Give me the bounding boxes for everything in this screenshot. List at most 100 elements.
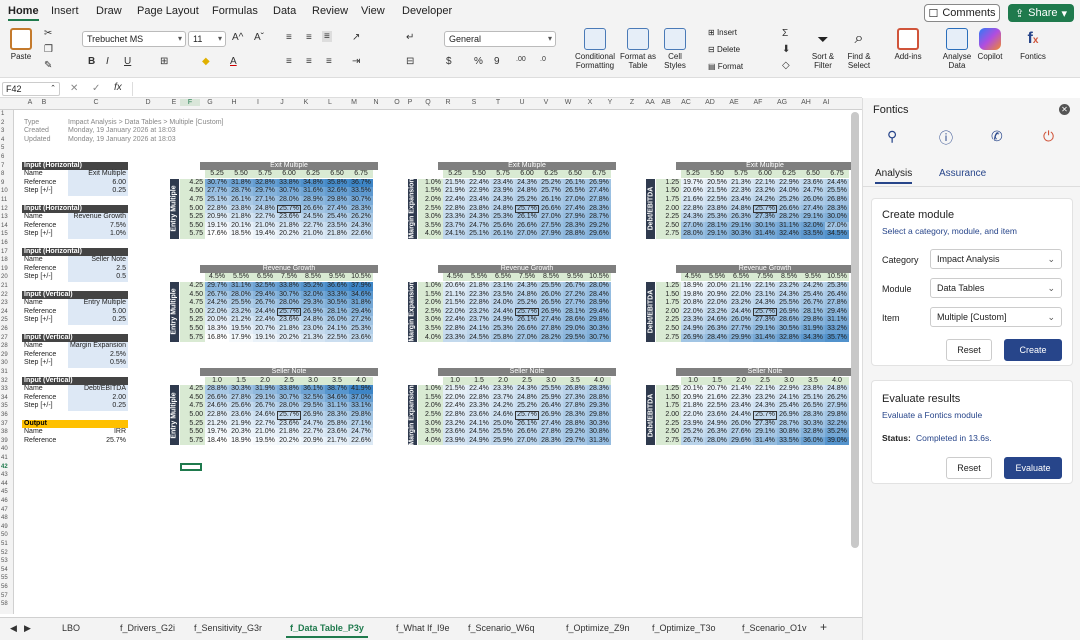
column-header-c[interactable]: C (70, 99, 122, 106)
row-header[interactable]: 12 (0, 205, 14, 214)
table-cell[interactable]: 20.2% (277, 436, 301, 446)
table-cell[interactable]: 22.8% (205, 411, 229, 420)
table-cell[interactable]: 24.8% (515, 187, 539, 196)
column-header-u[interactable]: U (510, 99, 534, 106)
table-cell[interactable]: 25.7% (539, 187, 563, 196)
formula-input[interactable] (132, 82, 858, 96)
table-cell[interactable]: 23.6% (801, 178, 825, 188)
table-cell[interactable]: 33.8% (277, 385, 301, 394)
table-cell[interactable]: 22.4% (467, 178, 491, 188)
row-header[interactable]: 11 (0, 196, 14, 205)
table-cell[interactable]: 30.1% (753, 221, 777, 231)
table-cell[interactable]: 30.5% (777, 325, 801, 334)
table-cell[interactable]: 26.1% (515, 419, 539, 429)
row-header[interactable]: 19 (0, 265, 14, 274)
table-cell[interactable]: 26.0% (325, 316, 349, 325)
table-cell[interactable]: 26.9% (301, 307, 325, 317)
table-cell[interactable]: 26.4% (825, 290, 849, 300)
table-cell[interactable]: 24.3% (515, 385, 539, 394)
table-cell[interactable]: 17.9% (229, 333, 253, 343)
table-cell[interactable]: 31.4% (753, 230, 777, 239)
tab-developer[interactable]: Developer (402, 5, 452, 17)
table-cell[interactable]: 22.5% (705, 402, 729, 411)
table-cell[interactable]: 22.0% (729, 290, 753, 300)
tab-page-layout[interactable]: Page Layout (137, 5, 199, 17)
table-cell[interactable]: 23.4% (491, 178, 515, 188)
input-row-value[interactable]: Debt/EBITDA (68, 385, 128, 394)
table-cell[interactable]: 28.0% (277, 299, 301, 308)
table-cell[interactable]: 21.3% (301, 333, 325, 343)
table-cell[interactable]: 22.1% (753, 282, 777, 291)
table-cell[interactable]: 27.7% (205, 187, 229, 196)
table-cell[interactable]: 28.1% (705, 221, 729, 231)
table-cell[interactable]: 29.0% (563, 325, 587, 334)
column-header-ad[interactable]: AD (698, 99, 722, 106)
column-header-y[interactable]: Y (599, 99, 621, 106)
table-cell[interactable]: 24.3% (753, 299, 777, 308)
table-cell[interactable]: 33.1% (349, 402, 373, 411)
table-cell[interactable]: 24.6% (491, 411, 515, 420)
table-cell[interactable]: 24.6% (253, 411, 277, 420)
font-size-select[interactable]: 11 ▾ (188, 31, 226, 47)
table-cell[interactable]: 21.8% (229, 213, 253, 222)
sheet-nav-next-icon[interactable]: ▶ (24, 623, 31, 634)
row-header[interactable]: 9 (0, 179, 14, 188)
table-cell[interactable]: 25.2% (539, 178, 563, 188)
cell-styles-button[interactable]: Cell Styles (660, 28, 690, 70)
table-cell[interactable]: 30.0% (825, 213, 849, 222)
row-header[interactable]: 28 (0, 342, 14, 351)
table-cell[interactable]: 20.1% (229, 221, 253, 231)
table-cell[interactable]: 27.8% (539, 428, 563, 437)
table-cell[interactable]: 24.3% (753, 402, 777, 411)
table-cell[interactable]: 23.1% (753, 290, 777, 300)
column-header-k[interactable]: K (294, 99, 318, 106)
fill-color-icon[interactable]: ◆ (202, 56, 210, 67)
table-cell[interactable]: 18.9% (681, 282, 705, 291)
table-cell[interactable]: 25.7% (753, 204, 777, 214)
table-cell[interactable]: 28.0% (587, 282, 611, 291)
table-cell[interactable]: 28.3% (563, 221, 587, 231)
table-cell[interactable]: 26.6% (301, 204, 325, 214)
table-cell[interactable]: 24.2% (205, 299, 229, 308)
column-header-b[interactable]: B (18, 99, 70, 106)
table-cell[interactable]: 25.6% (229, 402, 253, 411)
column-header-h[interactable]: H (222, 99, 246, 106)
table-cell[interactable]: 25.5% (777, 299, 801, 308)
table-cell[interactable]: 24.1% (443, 230, 467, 239)
table-cell[interactable]: 24.8% (491, 204, 515, 214)
table-cell[interactable]: 21.8% (325, 230, 349, 239)
table-cell[interactable]: 31.4% (753, 333, 777, 343)
table-cell[interactable]: 22.6% (349, 230, 373, 239)
table-cell[interactable]: 19.7% (681, 178, 705, 188)
table-cell[interactable]: 22.8% (443, 325, 467, 334)
table-cell[interactable]: 26.1% (515, 213, 539, 222)
table-cell[interactable]: 18.9% (229, 436, 253, 446)
column-header-ai[interactable]: AI (814, 99, 838, 106)
table-cell[interactable]: 20.9% (705, 290, 729, 300)
table-cell[interactable]: 22.0% (443, 393, 467, 403)
table-cell[interactable]: 29.7% (563, 436, 587, 446)
table-cell[interactable]: 25.5% (539, 282, 563, 291)
table-cell[interactable]: 27.2% (563, 290, 587, 300)
table-cell[interactable]: 26.9% (777, 411, 801, 420)
table-cell[interactable]: 25.2% (777, 196, 801, 205)
table-cell[interactable]: 30.3% (587, 419, 611, 429)
table-cell[interactable]: 23.6% (277, 419, 301, 429)
active-cell-selection[interactable] (180, 462, 202, 472)
table-cell[interactable]: 23.2% (229, 307, 253, 317)
table-cell[interactable]: 27.4% (563, 204, 587, 214)
table-cell[interactable]: 24.4% (253, 307, 277, 317)
function-icon[interactable]: fx (114, 82, 122, 93)
table-cell[interactable]: 23.4% (467, 196, 491, 205)
table-cell[interactable]: 20.0% (205, 316, 229, 325)
row-header[interactable]: 53 (0, 557, 14, 566)
table-cell[interactable]: 26.5% (801, 402, 825, 411)
row-header[interactable]: 1 (0, 110, 14, 119)
table-cell[interactable]: 29.5% (301, 402, 325, 411)
tab-home[interactable]: Home (8, 5, 39, 21)
table-cell[interactable]: 25.7% (753, 307, 777, 317)
table-cell[interactable]: 23.8% (229, 204, 253, 214)
table-cell[interactable]: 20.9% (681, 393, 705, 403)
table-cell[interactable]: 23.4% (729, 196, 753, 205)
table-cell[interactable]: 20.6% (443, 282, 467, 291)
